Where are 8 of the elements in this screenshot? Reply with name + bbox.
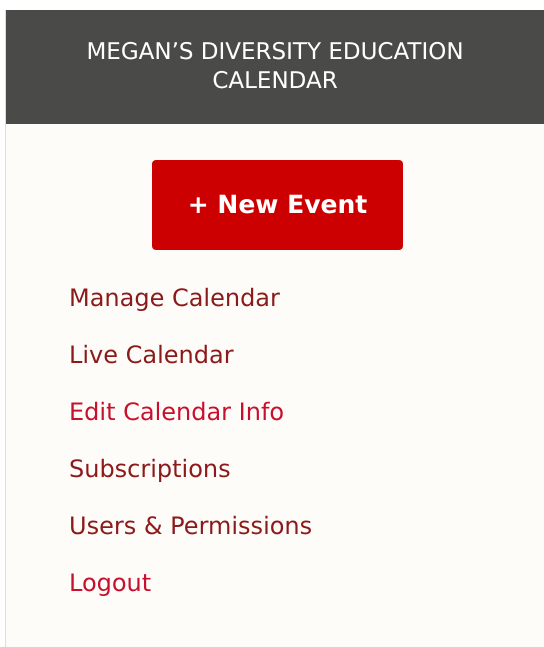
menu-link[interactable]: Manage Calendar [69, 280, 280, 317]
menu-link[interactable]: Edit Calendar Info [69, 394, 284, 431]
menu-link[interactable]: Logout [69, 565, 152, 602]
menu-link[interactable]: Live Calendar [69, 337, 234, 374]
menu-link[interactable]: Subscriptions [69, 451, 231, 488]
menu-link[interactable]: Users & Permissions [69, 508, 312, 545]
new-event-button[interactable]: + New Event [152, 160, 403, 250]
calendar-title: MEGAN’S DIVERSITY EDUCATION CALENDAR [85, 38, 465, 96]
